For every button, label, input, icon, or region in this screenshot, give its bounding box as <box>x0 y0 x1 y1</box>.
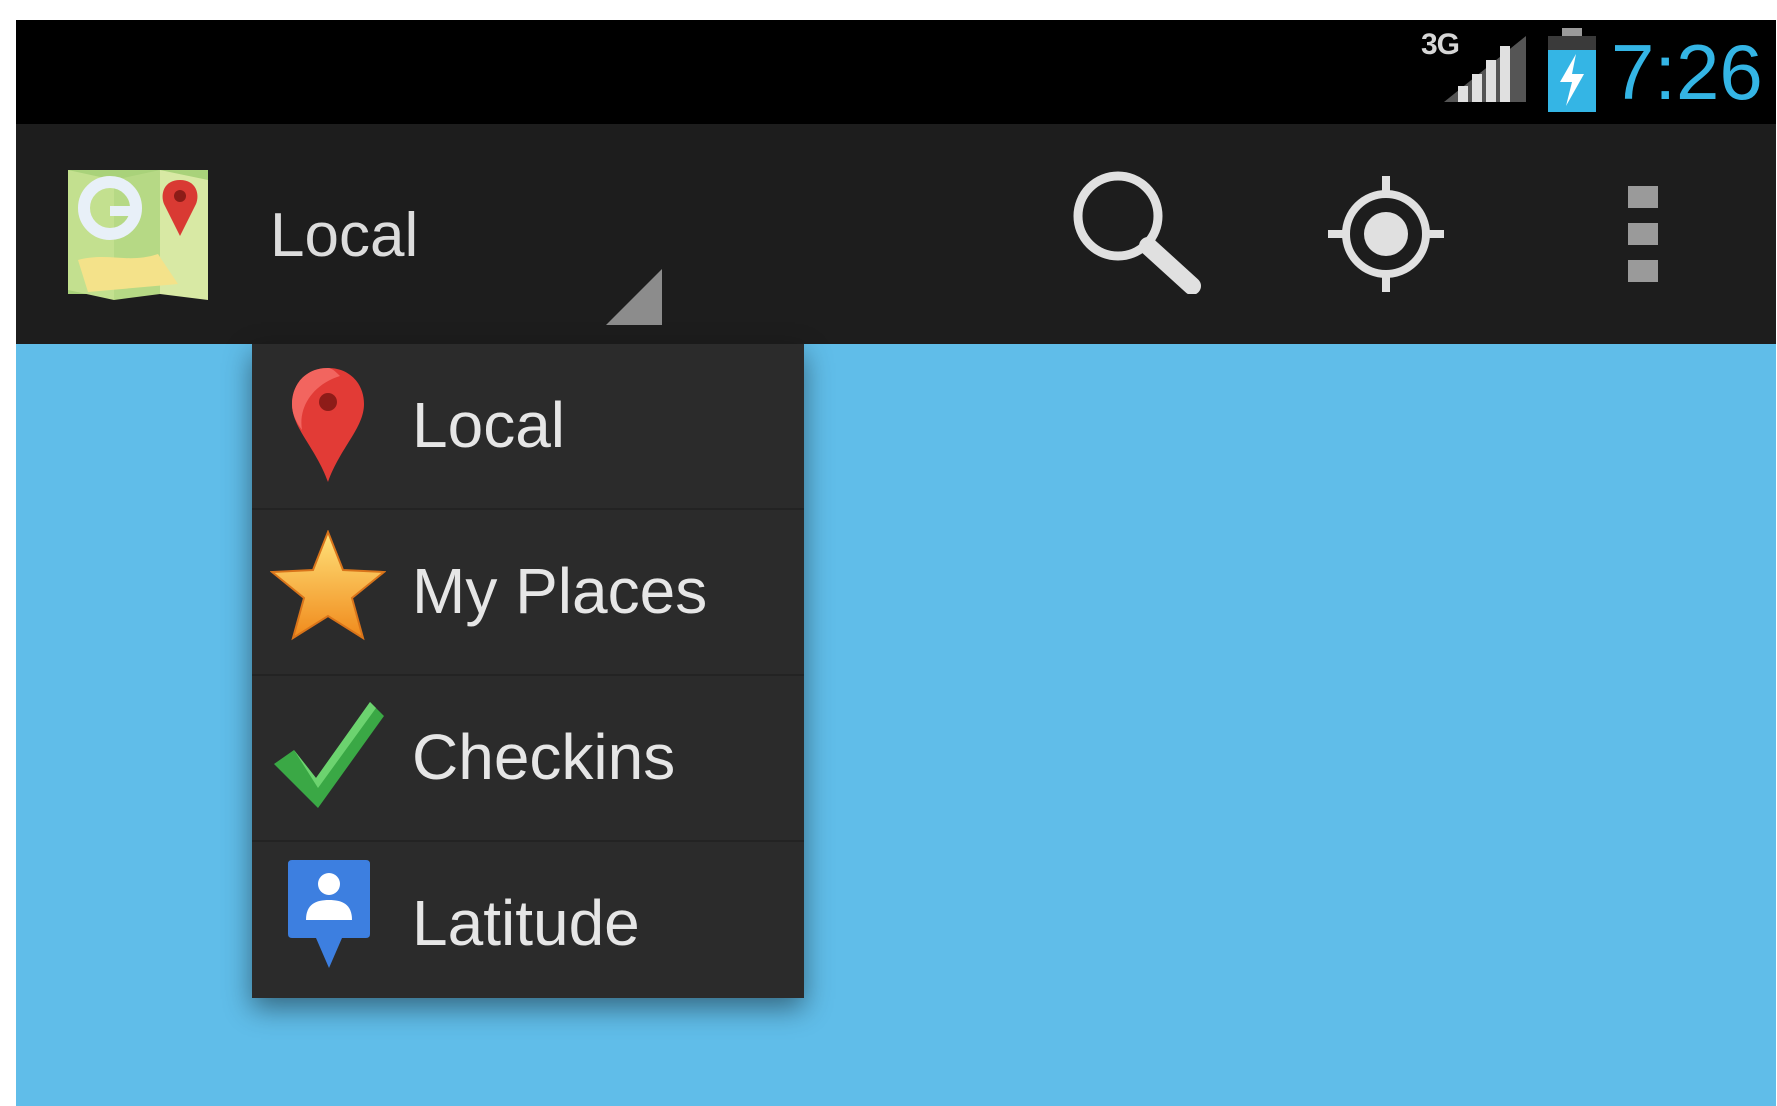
menu-item-latitude[interactable]: Latitude <box>252 842 804 1000</box>
search-icon[interactable] <box>1066 164 1206 294</box>
battery-charging-icon <box>1548 28 1596 112</box>
nav-spinner-label: Local <box>270 201 419 270</box>
menu-item-label: Local <box>412 389 565 461</box>
action-bar: Local <box>16 124 1776 344</box>
menu-item-label: Checkins <box>412 721 676 793</box>
latitude-person-icon <box>288 860 370 968</box>
spinner-triangle-icon <box>606 269 662 325</box>
navigation-spinner[interactable]: Local <box>256 154 676 325</box>
menu-item-label: My Places <box>412 555 708 627</box>
menu-item-local[interactable]: Local <box>252 344 804 510</box>
menu-item-label: Latitude <box>412 887 640 959</box>
checkmark-icon <box>274 702 384 808</box>
menu-item-checkins[interactable]: Checkins <box>252 676 804 842</box>
clock: 7:26 <box>1611 28 1763 116</box>
signal-icon <box>1444 36 1526 102</box>
star-icon <box>270 530 386 641</box>
status-bar: 3G 7:26 <box>16 20 1776 124</box>
navigation-dropdown: Local My Places Checkins Latitude <box>252 344 804 998</box>
menu-item-my-places[interactable]: My Places <box>252 510 804 676</box>
red-pin-icon <box>292 368 364 482</box>
maps-app-icon[interactable] <box>68 164 208 300</box>
overflow-menu-icon[interactable] <box>1628 186 1658 282</box>
my-location-icon[interactable] <box>1326 174 1446 294</box>
phone-screen: 3G 7:26 Local Local My Places Checkins L… <box>16 20 1776 1106</box>
